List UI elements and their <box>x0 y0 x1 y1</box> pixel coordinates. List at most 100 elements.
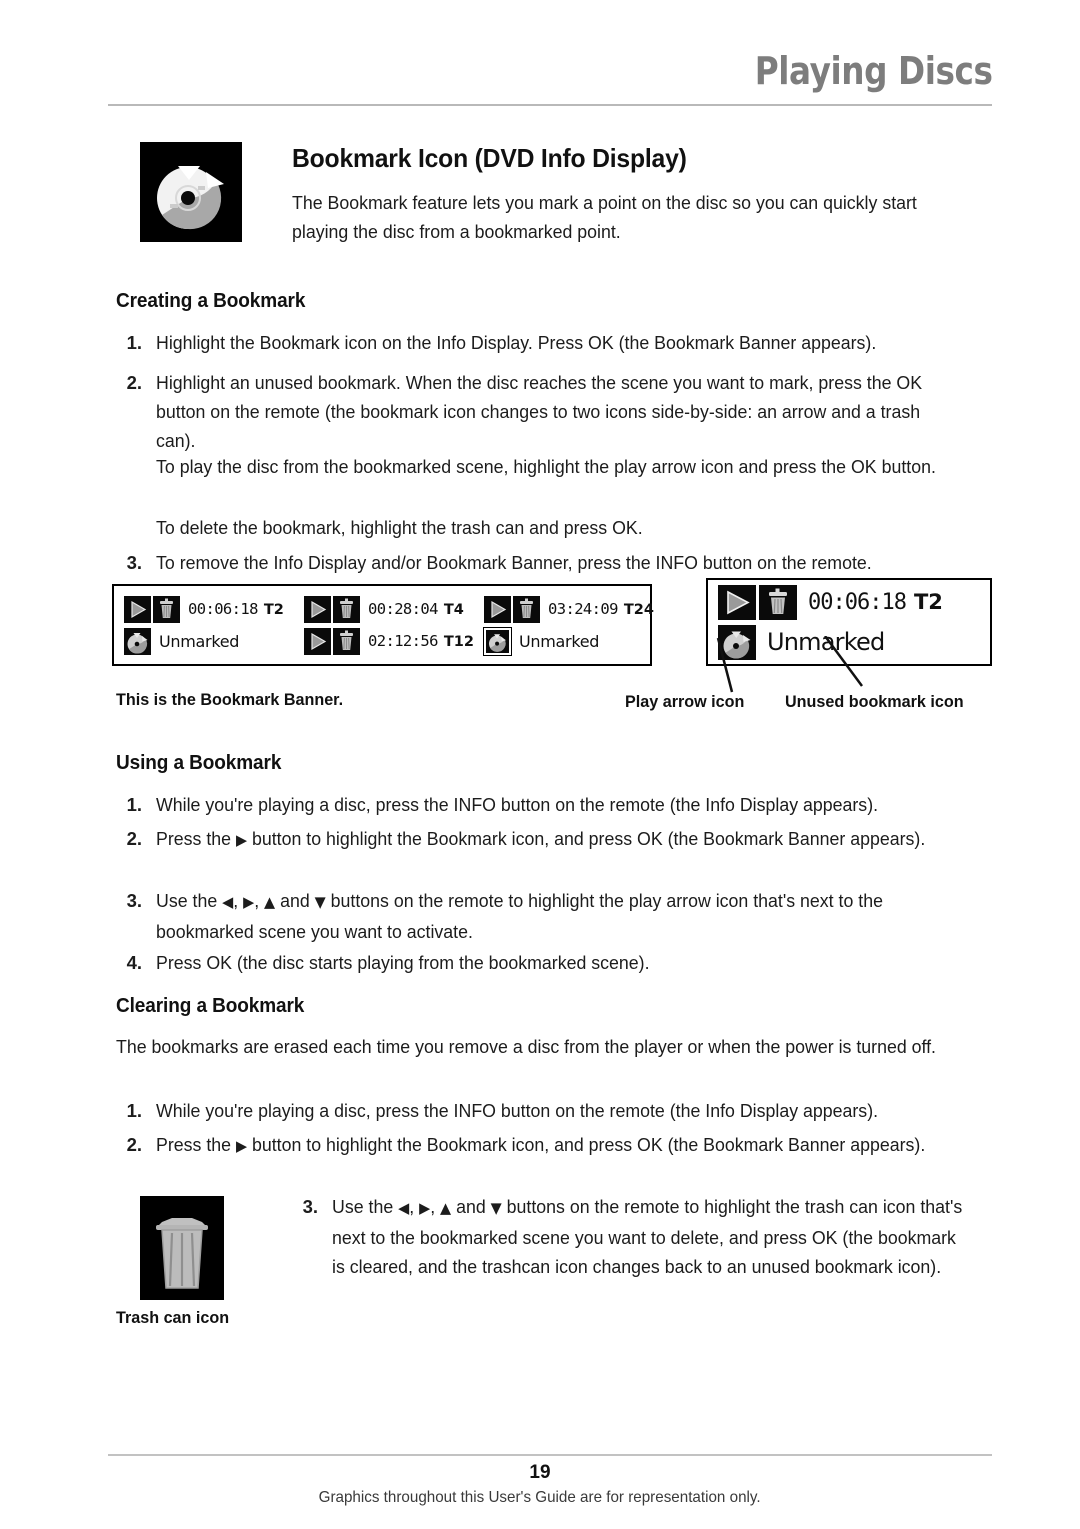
step-number: 1. <box>126 332 142 353</box>
unused-bookmark-icon[interactable] <box>718 624 756 660</box>
trash-can-icon[interactable] <box>333 627 360 655</box>
bookmark-banner-row: Unmarked 02:12:56 T12 Unmarked <box>124 625 644 657</box>
step-text: Use the ◀, ▶, ▲ and ▼ buttons on the rem… <box>332 1196 963 1277</box>
bookmark-track: T2 <box>263 602 284 618</box>
footer-divider <box>108 1454 992 1456</box>
step-clearing-1: 1. While you're playing a disc, press th… <box>116 1096 992 1125</box>
trash-can-icon[interactable] <box>333 595 360 623</box>
step-creating-3: 3. To remove the Info Display and/or Boo… <box>116 548 992 577</box>
bookmark-entry[interactable]: 02:12:56 T12 <box>304 625 484 657</box>
step-number: 4. <box>126 952 142 973</box>
step-text: Press OK (the disc starts playing from t… <box>156 952 650 973</box>
step-number: 3. <box>126 890 142 911</box>
step-text: To remove the Info Display and/or Bookma… <box>156 552 872 573</box>
left-arrow-icon: ◀ <box>398 1199 410 1217</box>
bookmark-track: T12 <box>443 634 474 650</box>
bookmark-disc-icon <box>140 142 242 242</box>
left-arrow-icon: ◀ <box>222 893 234 911</box>
detail-row-bookmarked: 00:06:18 T2 <box>718 582 990 622</box>
page-header: Playing Discs <box>108 52 992 90</box>
detail-row-unmarked: Unmarked <box>718 622 990 662</box>
up-arrow-icon: ▲ <box>440 1199 452 1217</box>
note-delete-bookmark: To delete the bookmark, highlight the tr… <box>156 517 643 538</box>
detail-track: T2 <box>913 589 943 614</box>
bookmark-time: 03:24:09 T24 <box>548 600 654 618</box>
trash-can-icon[interactable] <box>153 595 180 623</box>
down-arrow-icon: ▼ <box>314 893 326 911</box>
bookmark-banner-grid: 00:06:18 T2 00:28:04 T4 03:24:09 T24 Unm… <box>124 593 654 657</box>
note-play-from-bookmark: To play the disc from the bookmarked sce… <box>156 456 936 477</box>
step-text: Press the ▶ button to highlight the Book… <box>156 1134 926 1155</box>
bookmark-time: 00:06:18 T2 <box>188 600 284 618</box>
step-using-3: 3. Use the ◀, ▶, ▲ and ▼ buttons on the … <box>116 886 992 946</box>
step-number: 2. <box>126 828 142 849</box>
caption-trash-can-icon: Trash can icon <box>116 1308 230 1327</box>
step-text: Use the ◀, ▶, ▲ and ▼ buttons on the rem… <box>156 890 883 942</box>
step-text: Highlight an unused bookmark. When the d… <box>156 372 923 451</box>
trash-can-icon <box>140 1196 224 1300</box>
play-arrow-icon[interactable] <box>304 595 331 623</box>
step-text: While you're playing a disc, press the I… <box>156 1100 879 1121</box>
caption-unused-bookmark-icon: Unused bookmark icon <box>785 692 964 711</box>
heading-using-a-bookmark: Using a Bookmark <box>116 752 282 774</box>
clearing-intro: The bookmarks are erased each time you r… <box>116 1036 937 1057</box>
bookmark-entry[interactable]: Unmarked <box>124 625 304 657</box>
section-title: Bookmark Icon (DVD Info Display) <box>292 143 687 173</box>
bookmark-banner: 00:06:18 T2 00:28:04 T4 03:24:09 T24 Unm… <box>112 584 654 666</box>
right-arrow-icon: ▶ <box>235 1137 248 1155</box>
bookmark-banner-row: 00:06:18 T2 00:28:04 T4 03:24:09 T24 <box>124 593 654 625</box>
bookmark-entry[interactable]: 00:06:18 T2 <box>124 593 304 625</box>
step-number: 2. <box>126 1134 142 1155</box>
play-arrow-icon[interactable] <box>484 595 511 623</box>
step-number: 3. <box>126 552 142 573</box>
bookmark-track: T4 <box>443 602 464 618</box>
detail-time: 00:06:18 T2 <box>808 589 943 615</box>
trash-can-icon[interactable] <box>513 595 540 623</box>
step-creating-1: 1. Highlight the Bookmark icon on the In… <box>116 328 992 357</box>
bookmark-state: Unmarked <box>519 631 600 651</box>
heading-creating-a-bookmark: Creating a Bookmark <box>116 290 306 312</box>
step-text: Highlight the Bookmark icon on the Info … <box>156 332 877 353</box>
step-clearing-3: 3. Use the ◀, ▶, ▲ and ▼ buttons on the … <box>292 1192 992 1281</box>
unused-bookmark-icon[interactable] <box>483 626 512 656</box>
bookmark-track: T24 <box>623 602 654 618</box>
play-arrow-icon[interactable] <box>124 595 151 623</box>
trash-can-icon[interactable] <box>759 584 797 620</box>
caption-play-arrow-icon: Play arrow icon <box>625 692 745 711</box>
right-arrow-icon: ▶ <box>419 1199 431 1217</box>
header-divider <box>108 104 992 106</box>
detail-state: Unmarked <box>767 628 885 656</box>
step-number: 1. <box>126 794 142 815</box>
step-using-2: 2. Press the ▶ button to highlight the B… <box>116 824 992 855</box>
step-number: 1. <box>126 1100 142 1121</box>
document-page: Playing Discs Bookmark Icon (DVD Info Di… <box>0 0 1080 1529</box>
bookmark-entry[interactable]: 03:24:09 T24 <box>484 593 654 625</box>
down-arrow-icon: ▼ <box>490 1199 502 1217</box>
bookmark-state: Unmarked <box>159 631 240 651</box>
up-arrow-icon: ▲ <box>264 893 276 911</box>
unused-bookmark-icon[interactable] <box>124 627 151 655</box>
bookmark-entry-selected[interactable]: Unmarked <box>483 625 644 657</box>
page-number: 19 <box>529 1462 551 1483</box>
step-using-4: 4. Press OK (the disc starts playing fro… <box>116 948 992 977</box>
footer-note: Graphics throughout this User's Guide ar… <box>319 1489 761 1506</box>
caption-bookmark-banner: This is the Bookmark Banner. <box>116 690 344 709</box>
section-body: The Bookmark feature lets you mark a poi… <box>292 192 917 242</box>
step-using-1: 1. While you're playing a disc, press th… <box>116 790 992 819</box>
bookmark-time: 00:28:04 T4 <box>368 600 464 618</box>
step-text: Press the ▶ button to highlight the Book… <box>156 828 926 849</box>
heading-clearing-a-bookmark: Clearing a Bookmark <box>116 995 305 1017</box>
right-arrow-icon: ▶ <box>235 831 248 849</box>
bookmark-detail-zoom: 00:06:18 T2 Unmarked <box>706 578 992 666</box>
play-arrow-icon[interactable] <box>304 627 331 655</box>
step-text: While you're playing a disc, press the I… <box>156 794 879 815</box>
page-title: Playing Discs <box>754 49 992 93</box>
step-number: 2. <box>126 372 142 393</box>
bookmark-time: 02:12:56 T12 <box>368 632 474 650</box>
bookmark-entry[interactable]: 00:28:04 T4 <box>304 593 484 625</box>
step-number: 3. <box>302 1196 318 1217</box>
right-arrow-icon: ▶ <box>243 893 255 911</box>
step-creating-2: 2. Highlight an unused bookmark. When th… <box>116 368 992 455</box>
step-clearing-2: 2. Press the ▶ button to highlight the B… <box>116 1130 992 1161</box>
play-arrow-icon[interactable] <box>718 584 756 620</box>
